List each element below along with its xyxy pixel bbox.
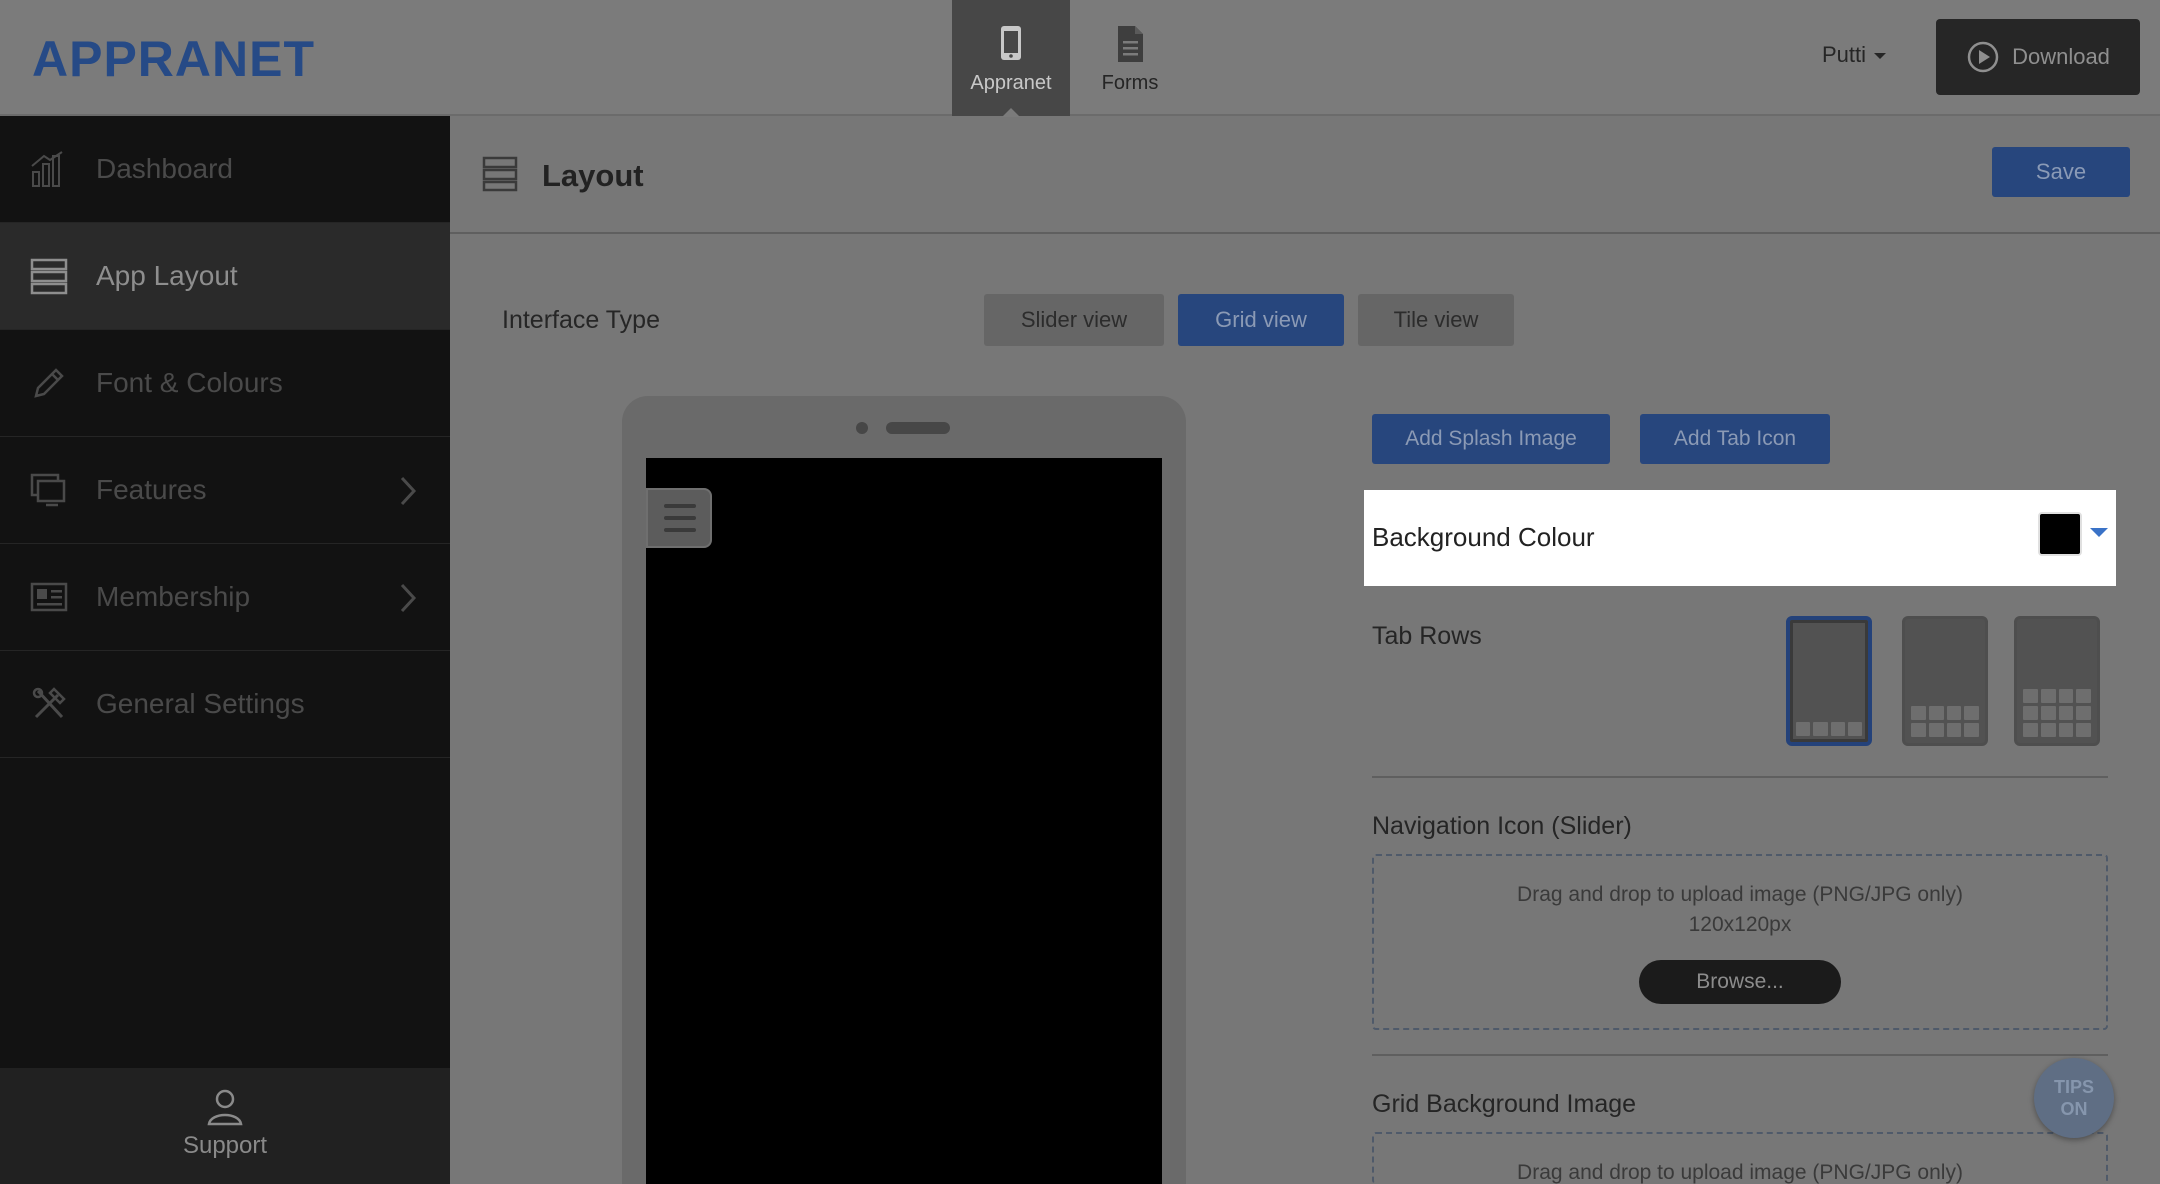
navigation-icon-dropzone[interactable]: Drag and drop to upload image (PNG/JPG o…	[1372, 854, 2108, 1030]
phone-screen	[646, 458, 1162, 1184]
sidebar-item-font-colours[interactable]: Font & Colours	[0, 330, 450, 437]
monitor-icon	[30, 473, 66, 507]
divider	[1372, 776, 2108, 778]
sidebar-item-label: Membership	[96, 581, 251, 612]
dropzone-hint: Drag and drop to upload image (PNG/JPG o…	[1517, 1161, 1963, 1184]
layout-rows-icon	[30, 258, 68, 295]
background-colour-row: Background Colour	[1364, 490, 2116, 586]
navigation-icon-label: Navigation Icon (Slider)	[1372, 812, 1632, 840]
document-icon	[1118, 26, 1143, 62]
user-name: Putti	[1822, 42, 1867, 67]
grid-view-button[interactable]: Grid view	[1178, 294, 1344, 346]
page-header: Layout Save	[450, 116, 2160, 234]
phone-icon	[1001, 26, 1021, 60]
tab-rows-label: Tab Rows	[1372, 622, 1482, 650]
sidebar-item-features[interactable]: Features	[0, 437, 450, 544]
chevron-down-icon[interactable]	[2090, 528, 2108, 537]
background-colour-label: Background Colour	[1372, 522, 1595, 552]
divider	[1372, 1054, 2108, 1056]
sidebar-item-app-layout[interactable]: App Layout	[0, 223, 450, 330]
tab-rows-preview	[1796, 722, 1862, 736]
chevron-right-icon	[400, 476, 417, 506]
interface-type-label: Interface Type	[502, 306, 660, 334]
colour-swatch[interactable]	[2038, 512, 2082, 556]
phone-preview	[622, 396, 1186, 1184]
play-circle-icon	[1967, 41, 1999, 73]
sidebar-item-dashboard[interactable]: Dashboard	[0, 116, 450, 223]
topnav-forms-label: Forms	[1101, 72, 1159, 94]
sidebar: Dashboard App Layout Font & Colours Feat…	[0, 116, 450, 1184]
tab-rows-preview	[2023, 689, 2091, 737]
tools-icon	[32, 687, 66, 719]
sidebar-item-label: Features	[96, 474, 207, 505]
phone-camera	[856, 422, 868, 434]
tab-rows-option-2[interactable]	[1902, 616, 1988, 746]
support-label: Support	[182, 1132, 268, 1159]
layout-rows-icon	[482, 156, 518, 192]
topnav-appranet-label: Appranet	[970, 72, 1052, 94]
user-icon	[207, 1089, 243, 1126]
tab-rows-preview	[1911, 706, 1979, 737]
topnav-appranet[interactable]: Appranet	[952, 0, 1070, 117]
sidebar-item-label: App Layout	[96, 260, 238, 291]
topnav-forms[interactable]: Forms	[1071, 0, 1189, 116]
grid-background-label: Grid Background Image	[1372, 1090, 1637, 1118]
tips-state: ON	[2060, 1099, 2088, 1119]
user-menu[interactable]: Putti	[1822, 42, 1887, 68]
phone-speaker	[886, 422, 950, 434]
sidebar-item-label: Dashboard	[96, 153, 233, 184]
grid-background-dropzone[interactable]: Drag and drop to upload image (PNG/JPG o…	[1372, 1132, 2108, 1184]
sidebar-item-membership[interactable]: Membership	[0, 544, 450, 651]
dropzone-hint: Drag and drop to upload image (PNG/JPG o…	[1517, 883, 1963, 906]
dropzone-size: 120x120px	[1688, 913, 1792, 936]
chevron-down-icon	[1874, 53, 1887, 60]
tips-toggle-button[interactable]: TIPS ON	[2034, 1058, 2114, 1138]
sidebar-item-label: Font & Colours	[96, 367, 283, 398]
chevron-right-icon	[400, 583, 417, 613]
tab-rows-option-3[interactable]	[2014, 616, 2100, 746]
add-splash-image-button[interactable]: Add Splash Image	[1372, 414, 1610, 464]
pencil-icon	[34, 368, 64, 398]
id-card-icon	[30, 582, 68, 612]
download-label: Download	[2012, 44, 2110, 69]
page-title: Layout	[542, 158, 644, 193]
bar-chart-icon	[31, 151, 63, 187]
slider-view-button[interactable]: Slider view	[984, 294, 1164, 346]
hamburger-menu-icon[interactable]	[646, 488, 712, 548]
tile-view-button[interactable]: Tile view	[1358, 294, 1514, 346]
support-button[interactable]: Support	[0, 1068, 450, 1184]
add-tab-icon-button[interactable]: Add Tab Icon	[1640, 414, 1830, 464]
top-header: APPRANET Appranet Forms Putti Download	[0, 0, 2160, 117]
download-button[interactable]: Download	[1936, 19, 2140, 95]
sidebar-item-label: General Settings	[96, 688, 305, 719]
tips-label: TIPS	[2053, 1077, 2094, 1097]
tab-rows-option-1[interactable]	[1786, 616, 1872, 746]
browse-button[interactable]: Browse...	[1639, 960, 1841, 1004]
sidebar-item-general-settings[interactable]: General Settings	[0, 651, 450, 758]
save-button[interactable]: Save	[1992, 147, 2130, 197]
appranet-logo[interactable]: APPRANET	[32, 30, 315, 88]
